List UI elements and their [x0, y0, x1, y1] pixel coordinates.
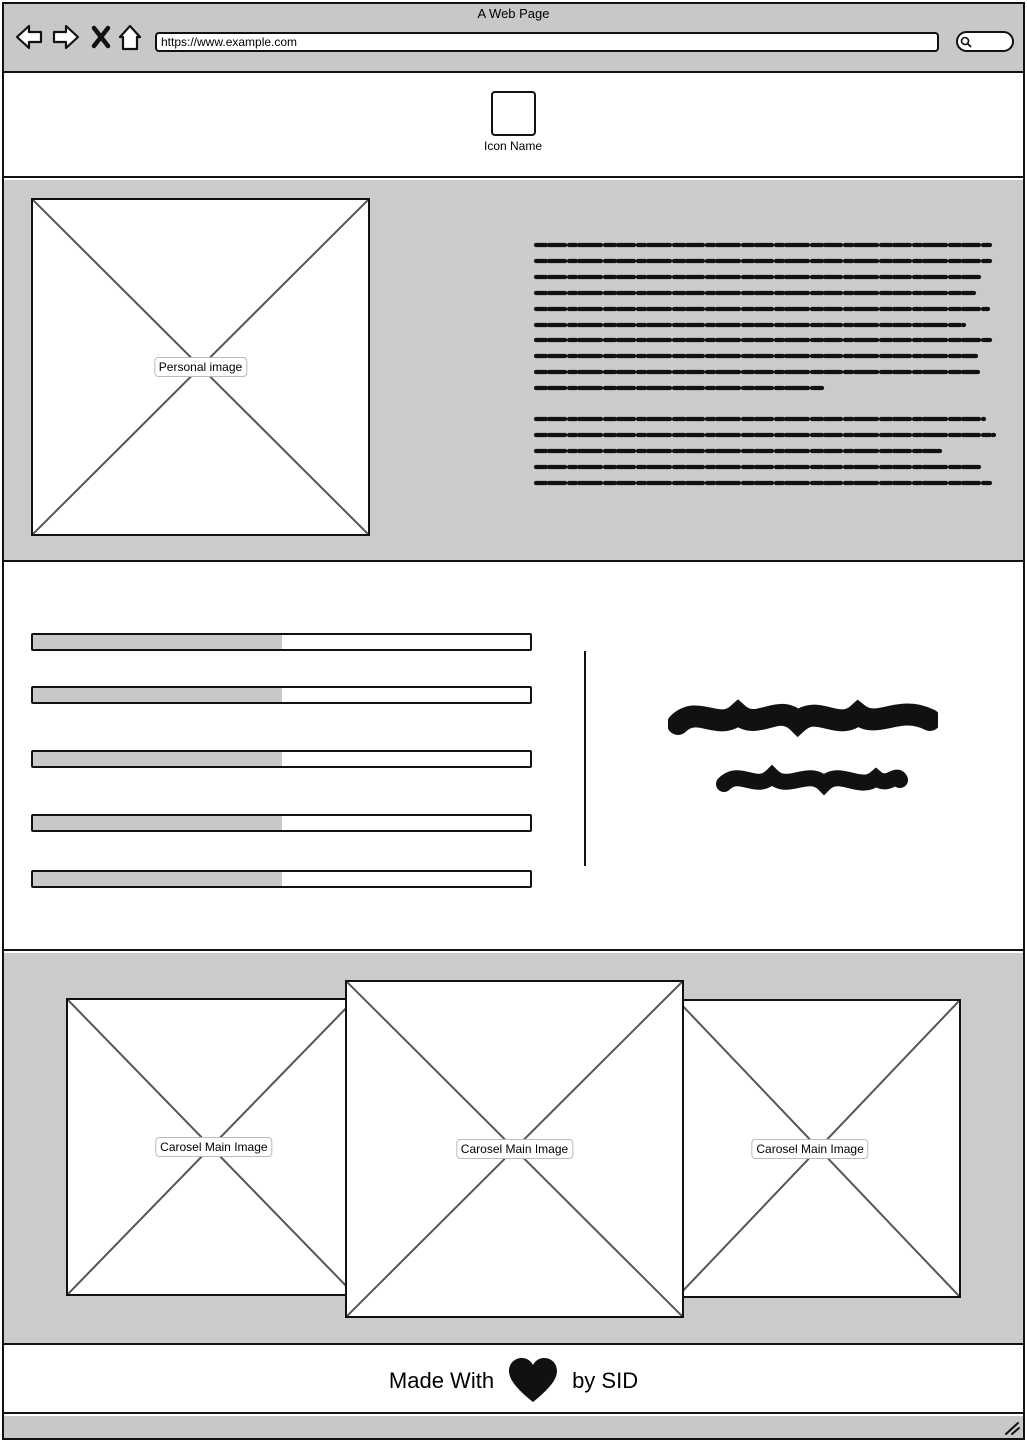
- home-icon[interactable]: [116, 22, 146, 52]
- vertical-divider: [584, 651, 586, 866]
- personal-image-label: Personal image: [153, 357, 248, 377]
- forward-icon[interactable]: [51, 22, 81, 52]
- placeholder-icon: [491, 91, 536, 136]
- search-input[interactable]: [956, 31, 1014, 52]
- skill-progress-fill: [33, 816, 282, 830]
- about-text-scribble: [534, 242, 996, 486]
- search-icon: [960, 36, 972, 48]
- skill-progress-bar: [31, 870, 532, 888]
- close-icon[interactable]: [88, 22, 118, 52]
- skill-progress-fill: [33, 752, 282, 766]
- url-input[interactable]: https://www.example.com: [155, 32, 939, 52]
- footer-credits: Made With by SID: [0, 1355, 1027, 1407]
- status-bar: [4, 1416, 1023, 1438]
- resize-grip-icon[interactable]: [1004, 1421, 1020, 1435]
- skill-progress-bar: [31, 686, 532, 704]
- skill-progress-bar: [31, 814, 532, 832]
- skill-progress-bar: [31, 633, 532, 651]
- skill-progress-bar: [31, 750, 532, 768]
- icon-name-label: Icon Name: [483, 139, 543, 153]
- carousel-image-left[interactable]: Carosel Main Image: [66, 998, 356, 1296]
- carousel-image-label: Carosel Main Image: [155, 1137, 273, 1157]
- back-icon[interactable]: [14, 22, 44, 52]
- heart-icon: [509, 1358, 558, 1402]
- by-author-text: by SID: [572, 1368, 639, 1393]
- personal-image: Personal image: [31, 198, 370, 536]
- skill-progress-fill: [33, 635, 282, 649]
- carousel-image-label: Carosel Main Image: [455, 1139, 574, 1159]
- skills-heading-scribble: [668, 699, 938, 796]
- carousel-image-right[interactable]: Carosel Main Image: [676, 999, 961, 1298]
- made-with-text: Made With: [388, 1368, 495, 1393]
- skill-progress-fill: [33, 688, 282, 702]
- window-title: A Web Page: [477, 6, 550, 21]
- carousel-image-label: Carosel Main Image: [751, 1138, 869, 1159]
- skill-progress-fill: [33, 872, 282, 886]
- carousel-image-main[interactable]: Carosel Main Image: [345, 980, 684, 1318]
